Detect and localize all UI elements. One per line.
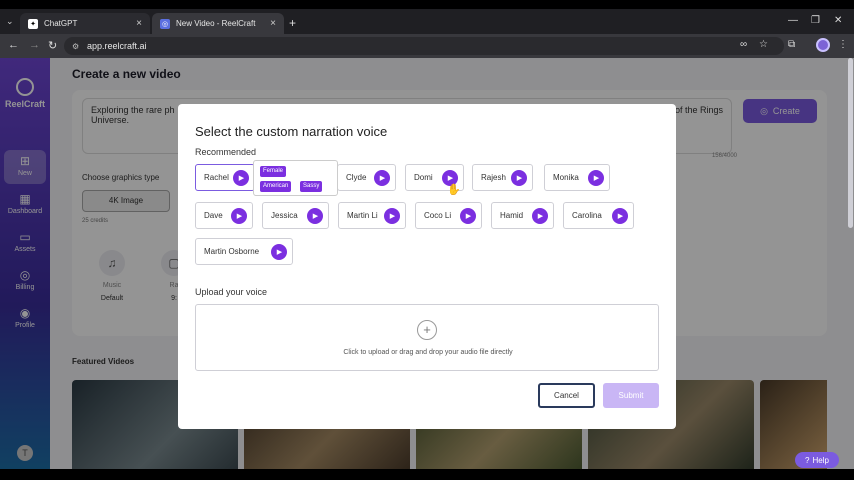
recommended-label: Recommended (195, 147, 257, 157)
voice-name: Clyde (346, 173, 367, 182)
tab-reelcraft[interactable]: ◎ New Video - ReelCraft × (152, 13, 284, 34)
help-icon: ? (805, 455, 810, 465)
voice-option-rachel[interactable]: Rachel ▶ (195, 164, 255, 191)
audio-dropzone[interactable]: + Click to upload or drag and drop your … (195, 304, 659, 371)
voice-tooltip: Female American Sassy (253, 160, 338, 196)
upload-voice-label: Upload your voice (195, 287, 268, 297)
voice-option-carolina[interactable]: Carolina ▶ (563, 202, 634, 229)
minimize-icon[interactable]: — (788, 15, 798, 26)
voice-option-clyde[interactable]: Clyde ▶ (337, 164, 396, 191)
submit-button[interactable]: Submit (603, 383, 659, 408)
cancel-button[interactable]: Cancel (538, 383, 595, 408)
play-icon[interactable]: ▶ (271, 243, 287, 260)
voice-name: Coco Li (424, 211, 452, 220)
restore-icon[interactable]: ❐ (811, 15, 820, 26)
modal-title: Select the custom narration voice (195, 124, 388, 139)
voice-name: Monika (553, 173, 579, 182)
tab-title: ChatGPT (44, 19, 78, 28)
voice-selection-modal: Select the custom narration voice Recomm… (178, 104, 676, 429)
voice-name: Dave (204, 211, 223, 220)
play-icon[interactable]: ▶ (588, 169, 604, 186)
play-icon[interactable]: ▶ (511, 169, 527, 186)
site-info-icon[interactable]: ⚙ (72, 42, 81, 51)
voice-name: Martin Osborne (204, 247, 260, 256)
tag-sassy: Sassy (300, 181, 323, 192)
play-icon[interactable]: ▶ (384, 207, 400, 224)
voice-name: Rachel (204, 173, 229, 182)
new-tab-icon[interactable]: + (289, 16, 296, 30)
voice-option-martin-osborne[interactable]: Martin Osborne ▶ (195, 238, 293, 265)
close-tab-icon[interactable]: × (270, 18, 276, 29)
play-icon[interactable]: ▶ (612, 207, 628, 224)
voice-option-coco-li[interactable]: Coco Li ▶ (415, 202, 482, 229)
bookmark-star-icon[interactable]: ☆ (759, 39, 768, 50)
voice-name: Rajesh (481, 173, 506, 182)
mouse-pointer-icon: ✋ (447, 184, 461, 196)
reelcraft-favicon-icon: ◎ (160, 18, 170, 29)
url-field[interactable]: ⚙ app.reelcraft.ai (64, 37, 784, 55)
page-scrollbar[interactable] (848, 58, 853, 228)
plus-circle-icon: + (417, 320, 437, 340)
voice-option-jessica[interactable]: Jessica ▶ (262, 202, 329, 229)
forward-icon[interactable]: → (29, 39, 40, 51)
voice-option-monika[interactable]: Monika ▶ (544, 164, 610, 191)
play-icon[interactable]: ▶ (460, 207, 476, 224)
voice-name: Hamid (500, 211, 524, 220)
incognito-icon[interactable]: ∞ (740, 39, 747, 50)
tab-chatgpt[interactable]: ✦ ChatGPT × (20, 13, 150, 34)
tag-female: Female (260, 166, 287, 177)
tab-title: New Video - ReelCraft (176, 19, 256, 28)
play-icon[interactable]: ▶ (532, 207, 548, 224)
close-window-icon[interactable]: ✕ (834, 15, 842, 26)
close-tab-icon[interactable]: × (136, 18, 142, 29)
voice-option-dave[interactable]: Dave ▶ (195, 202, 253, 229)
play-icon[interactable]: ▶ (374, 169, 390, 186)
voice-name: Domi (414, 173, 433, 182)
profile-avatar[interactable] (816, 38, 830, 52)
tag-american: American (260, 181, 292, 192)
address-bar: ← → ↻ ⚙ app.reelcraft.ai ∞ ☆ ⧉ ⋮ (0, 34, 854, 58)
tab-strip: ⌄ ✦ ChatGPT × ◎ New Video - ReelCraft × … (0, 9, 854, 34)
tab-search-icon[interactable]: ⌄ (6, 16, 14, 27)
help-label: Help (812, 455, 829, 465)
upload-hint: Click to upload or drag and drop your au… (343, 349, 513, 356)
browser-menu-icon[interactable]: ⋮ (838, 39, 848, 50)
voice-option-hamid[interactable]: Hamid ▶ (491, 202, 554, 229)
voice-name: Carolina (572, 211, 602, 220)
url-text: app.reelcraft.ai (87, 41, 147, 51)
extensions-icon[interactable]: ⧉ (788, 39, 795, 50)
help-button[interactable]: ? Help (795, 452, 839, 468)
voice-option-martin-li[interactable]: Martin Li ▶ (338, 202, 406, 229)
play-icon[interactable]: ▶ (307, 207, 323, 224)
reload-icon[interactable]: ↻ (48, 39, 57, 52)
play-icon[interactable]: ▶ (233, 169, 249, 186)
voice-name: Martin Li (347, 211, 378, 220)
back-icon[interactable]: ← (8, 39, 19, 51)
voice-name: Jessica (271, 211, 298, 220)
play-icon[interactable]: ▶ (231, 207, 247, 224)
chatgpt-favicon-icon: ✦ (28, 18, 38, 29)
voice-option-rajesh[interactable]: Rajesh ▶ (472, 164, 533, 191)
